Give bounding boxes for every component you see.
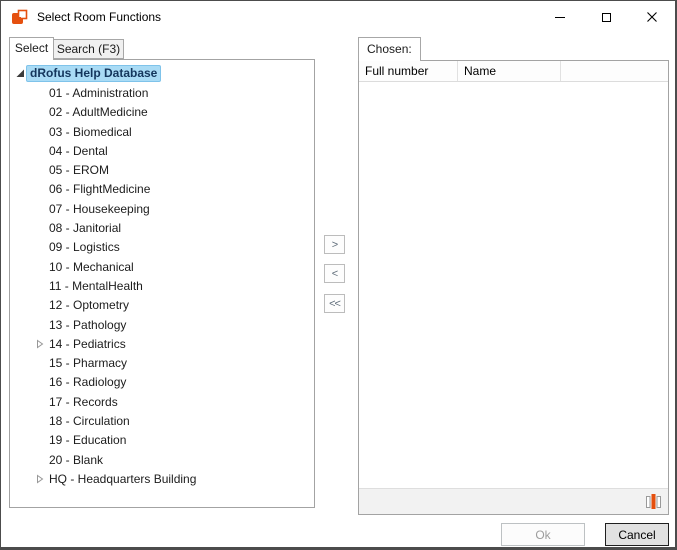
tree-item[interactable]: 16 - Radiology [10, 373, 314, 392]
tree-item-label: 01 - Administration [10, 86, 148, 100]
tree-item[interactable]: 12 - Optometry [10, 296, 314, 315]
tree-item[interactable]: 17 - Records [10, 392, 314, 411]
tab-chosen[interactable]: Chosen: [358, 37, 421, 61]
remove-button[interactable]: < [324, 264, 345, 283]
drofus-logo-icon [11, 8, 29, 26]
tree-item-label: 07 - Housekeeping [10, 202, 150, 216]
tree-item[interactable]: 13 - Pathology [10, 315, 314, 334]
tree-item[interactable]: 15 - Pharmacy [10, 353, 314, 372]
tree-item-label: 16 - Radiology [10, 375, 126, 389]
tree-item[interactable]: 11 - MentalHealth [10, 276, 314, 295]
select-room-functions-dialog: Select Room Functions Select Search (F3)… [0, 0, 677, 550]
triangle-expanded-icon[interactable] [16, 68, 26, 79]
tree-root-label: dRofus Help Database [26, 65, 161, 82]
tree-item[interactable]: 05 - EROM [10, 160, 314, 179]
tree-item-label: 18 - Circulation [10, 414, 130, 428]
tree-item-label: 13 - Pathology [10, 318, 126, 332]
drofus-room-function-icon [646, 493, 661, 510]
tree-item[interactable]: 03 - Biomedical [10, 122, 314, 141]
tab-search[interactable]: Search (F3) [53, 39, 124, 59]
tree-item[interactable]: HQ - Headquarters Building [10, 469, 314, 488]
chosen-footer-bar [359, 488, 668, 514]
add-button[interactable]: > [324, 235, 345, 254]
tree-item-label: 02 - AdultMedicine [10, 105, 148, 119]
remove-all-button[interactable]: << [324, 294, 345, 313]
tree-item[interactable]: 18 - Circulation [10, 411, 314, 430]
tree-item[interactable]: 04 - Dental [10, 141, 314, 160]
tree-item-label: 14 - Pediatrics [10, 337, 126, 351]
tree-item-label: 17 - Records [10, 395, 118, 409]
tab-select[interactable]: Select [9, 37, 54, 60]
chosen-grid-body[interactable] [359, 82, 668, 463]
tree-item-label: 20 - Blank [10, 453, 103, 467]
chosen-grid-header: Full number Name [359, 61, 668, 82]
triangle-collapsed-icon[interactable] [36, 473, 46, 484]
tree-item[interactable]: 02 - AdultMedicine [10, 103, 314, 122]
chosen-panel: Full number Name [358, 60, 669, 515]
ok-button[interactable]: Ok [501, 523, 585, 546]
tree-root-row[interactable]: dRofus Help Database [10, 64, 314, 83]
tree-item[interactable]: 14 - Pediatrics [10, 334, 314, 353]
column-header-extra[interactable] [561, 61, 668, 81]
tree-item-label: 04 - Dental [10, 144, 108, 158]
tree-item[interactable]: 20 - Blank [10, 450, 314, 469]
cancel-button[interactable]: Cancel [605, 523, 669, 546]
tree-item-label: 09 - Logistics [10, 240, 120, 254]
title-bar[interactable]: Select Room Functions [1, 1, 675, 33]
tree-item-label: 05 - EROM [10, 163, 109, 177]
column-header-name[interactable]: Name [458, 61, 561, 81]
tree-item[interactable]: 08 - Janitorial [10, 218, 314, 237]
tree-item-label: 03 - Biomedical [10, 125, 132, 139]
tree-item[interactable]: 01 - Administration [10, 83, 314, 102]
tree-item-label: 15 - Pharmacy [10, 356, 127, 370]
triangle-collapsed-icon[interactable] [36, 338, 46, 349]
tree-item-label: 12 - Optometry [10, 298, 129, 312]
tree-item-label: 10 - Mechanical [10, 260, 134, 274]
tree-item-label: 19 - Education [10, 433, 126, 447]
tree-item[interactable]: 06 - FlightMedicine [10, 180, 314, 199]
column-header-full-number[interactable]: Full number [359, 61, 458, 81]
maximize-icon[interactable] [583, 1, 629, 33]
tree-item-label: 06 - FlightMedicine [10, 182, 150, 196]
minimize-icon[interactable] [537, 1, 583, 33]
tree-item-label: 11 - MentalHealth [10, 279, 143, 293]
tree-item-label: 08 - Janitorial [10, 221, 121, 235]
window-title: Select Room Functions [37, 10, 161, 24]
tree-item[interactable]: 09 - Logistics [10, 238, 314, 257]
tree-item[interactable]: 19 - Education [10, 431, 314, 450]
tree-item[interactable]: 10 - Mechanical [10, 257, 314, 276]
room-function-tree: dRofus Help Database 01 - Administration… [9, 59, 315, 508]
close-icon[interactable] [629, 1, 675, 33]
tree-item[interactable]: 07 - Housekeeping [10, 199, 314, 218]
